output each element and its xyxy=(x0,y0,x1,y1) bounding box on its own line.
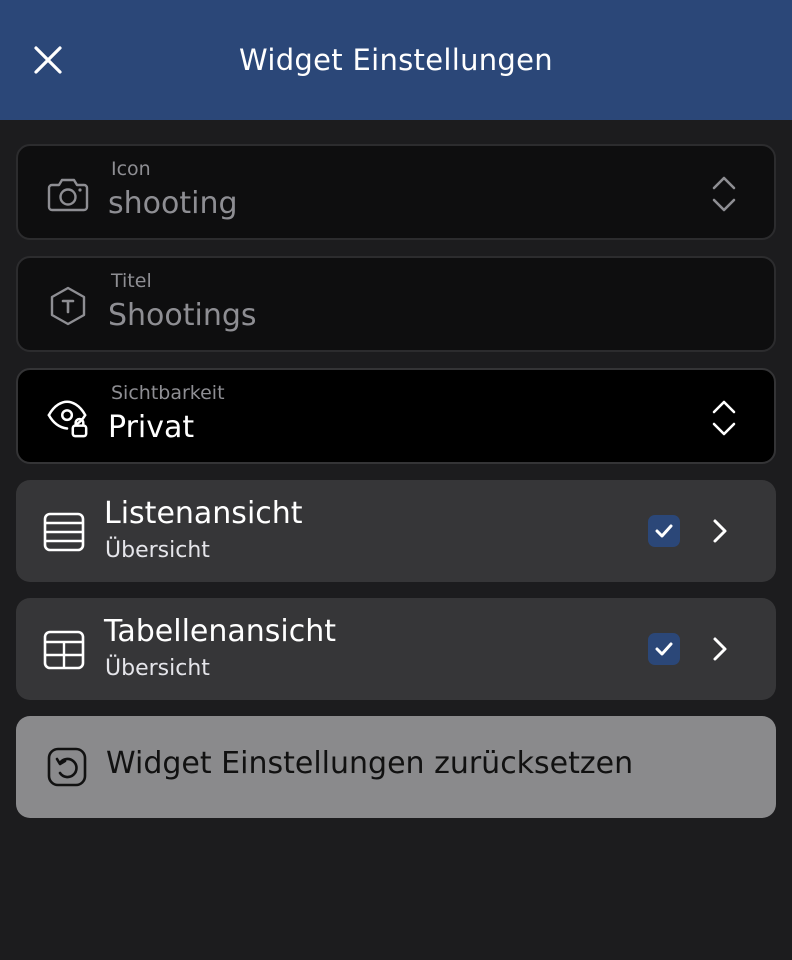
checkmark-icon xyxy=(655,524,673,538)
table-view-title: Tabellenansicht xyxy=(104,614,337,649)
list-view-checkbox[interactable] xyxy=(648,515,680,547)
icon-field-label: Icon xyxy=(111,158,151,180)
table-view-subtitle: Übersicht xyxy=(105,656,210,681)
visibility-field-label: Sichtbarkeit xyxy=(111,382,225,404)
list-view-title: Listenansicht xyxy=(104,496,303,531)
chevron-up-down-icon[interactable] xyxy=(710,398,738,438)
list-view-subtitle: Übersicht xyxy=(105,538,210,563)
page-title: Widget Einstellungen xyxy=(239,43,553,77)
list-view-icon xyxy=(43,512,85,552)
title-hexagon-icon xyxy=(46,284,90,328)
icon-field-value: shooting xyxy=(108,186,238,221)
visibility-select-field[interactable]: Sichtbarkeit Privat xyxy=(16,368,776,464)
chevron-up-down-icon[interactable] xyxy=(710,174,738,214)
icon-select-field[interactable]: Icon shooting xyxy=(16,144,776,240)
visibility-field-value: Privat xyxy=(108,410,195,445)
reset-settings-label: Widget Einstellungen zurücksetzen xyxy=(106,746,634,781)
title-input-field[interactable]: Titel Shootings xyxy=(16,256,776,352)
chevron-right-icon[interactable] xyxy=(710,517,730,545)
title-field-value: Shootings xyxy=(108,298,257,333)
title-field-label: Titel xyxy=(111,270,152,292)
camera-icon xyxy=(46,172,90,216)
table-view-checkbox[interactable] xyxy=(648,633,680,665)
close-icon xyxy=(34,46,62,74)
checkmark-icon xyxy=(655,642,673,656)
reset-icon xyxy=(47,747,87,787)
table-view-row[interactable]: Tabellenansicht Übersicht xyxy=(16,598,776,700)
table-view-icon xyxy=(43,630,85,670)
eye-lock-icon xyxy=(46,396,90,440)
chevron-right-icon[interactable] xyxy=(710,635,730,663)
header-bar: Widget Einstellungen xyxy=(0,0,792,120)
close-button[interactable] xyxy=(30,42,66,78)
reset-settings-button[interactable]: Widget Einstellungen zurücksetzen xyxy=(16,716,776,818)
settings-content: Icon shooting Titel Shootings Sichtbarke… xyxy=(0,120,792,818)
list-view-row[interactable]: Listenansicht Übersicht xyxy=(16,480,776,582)
